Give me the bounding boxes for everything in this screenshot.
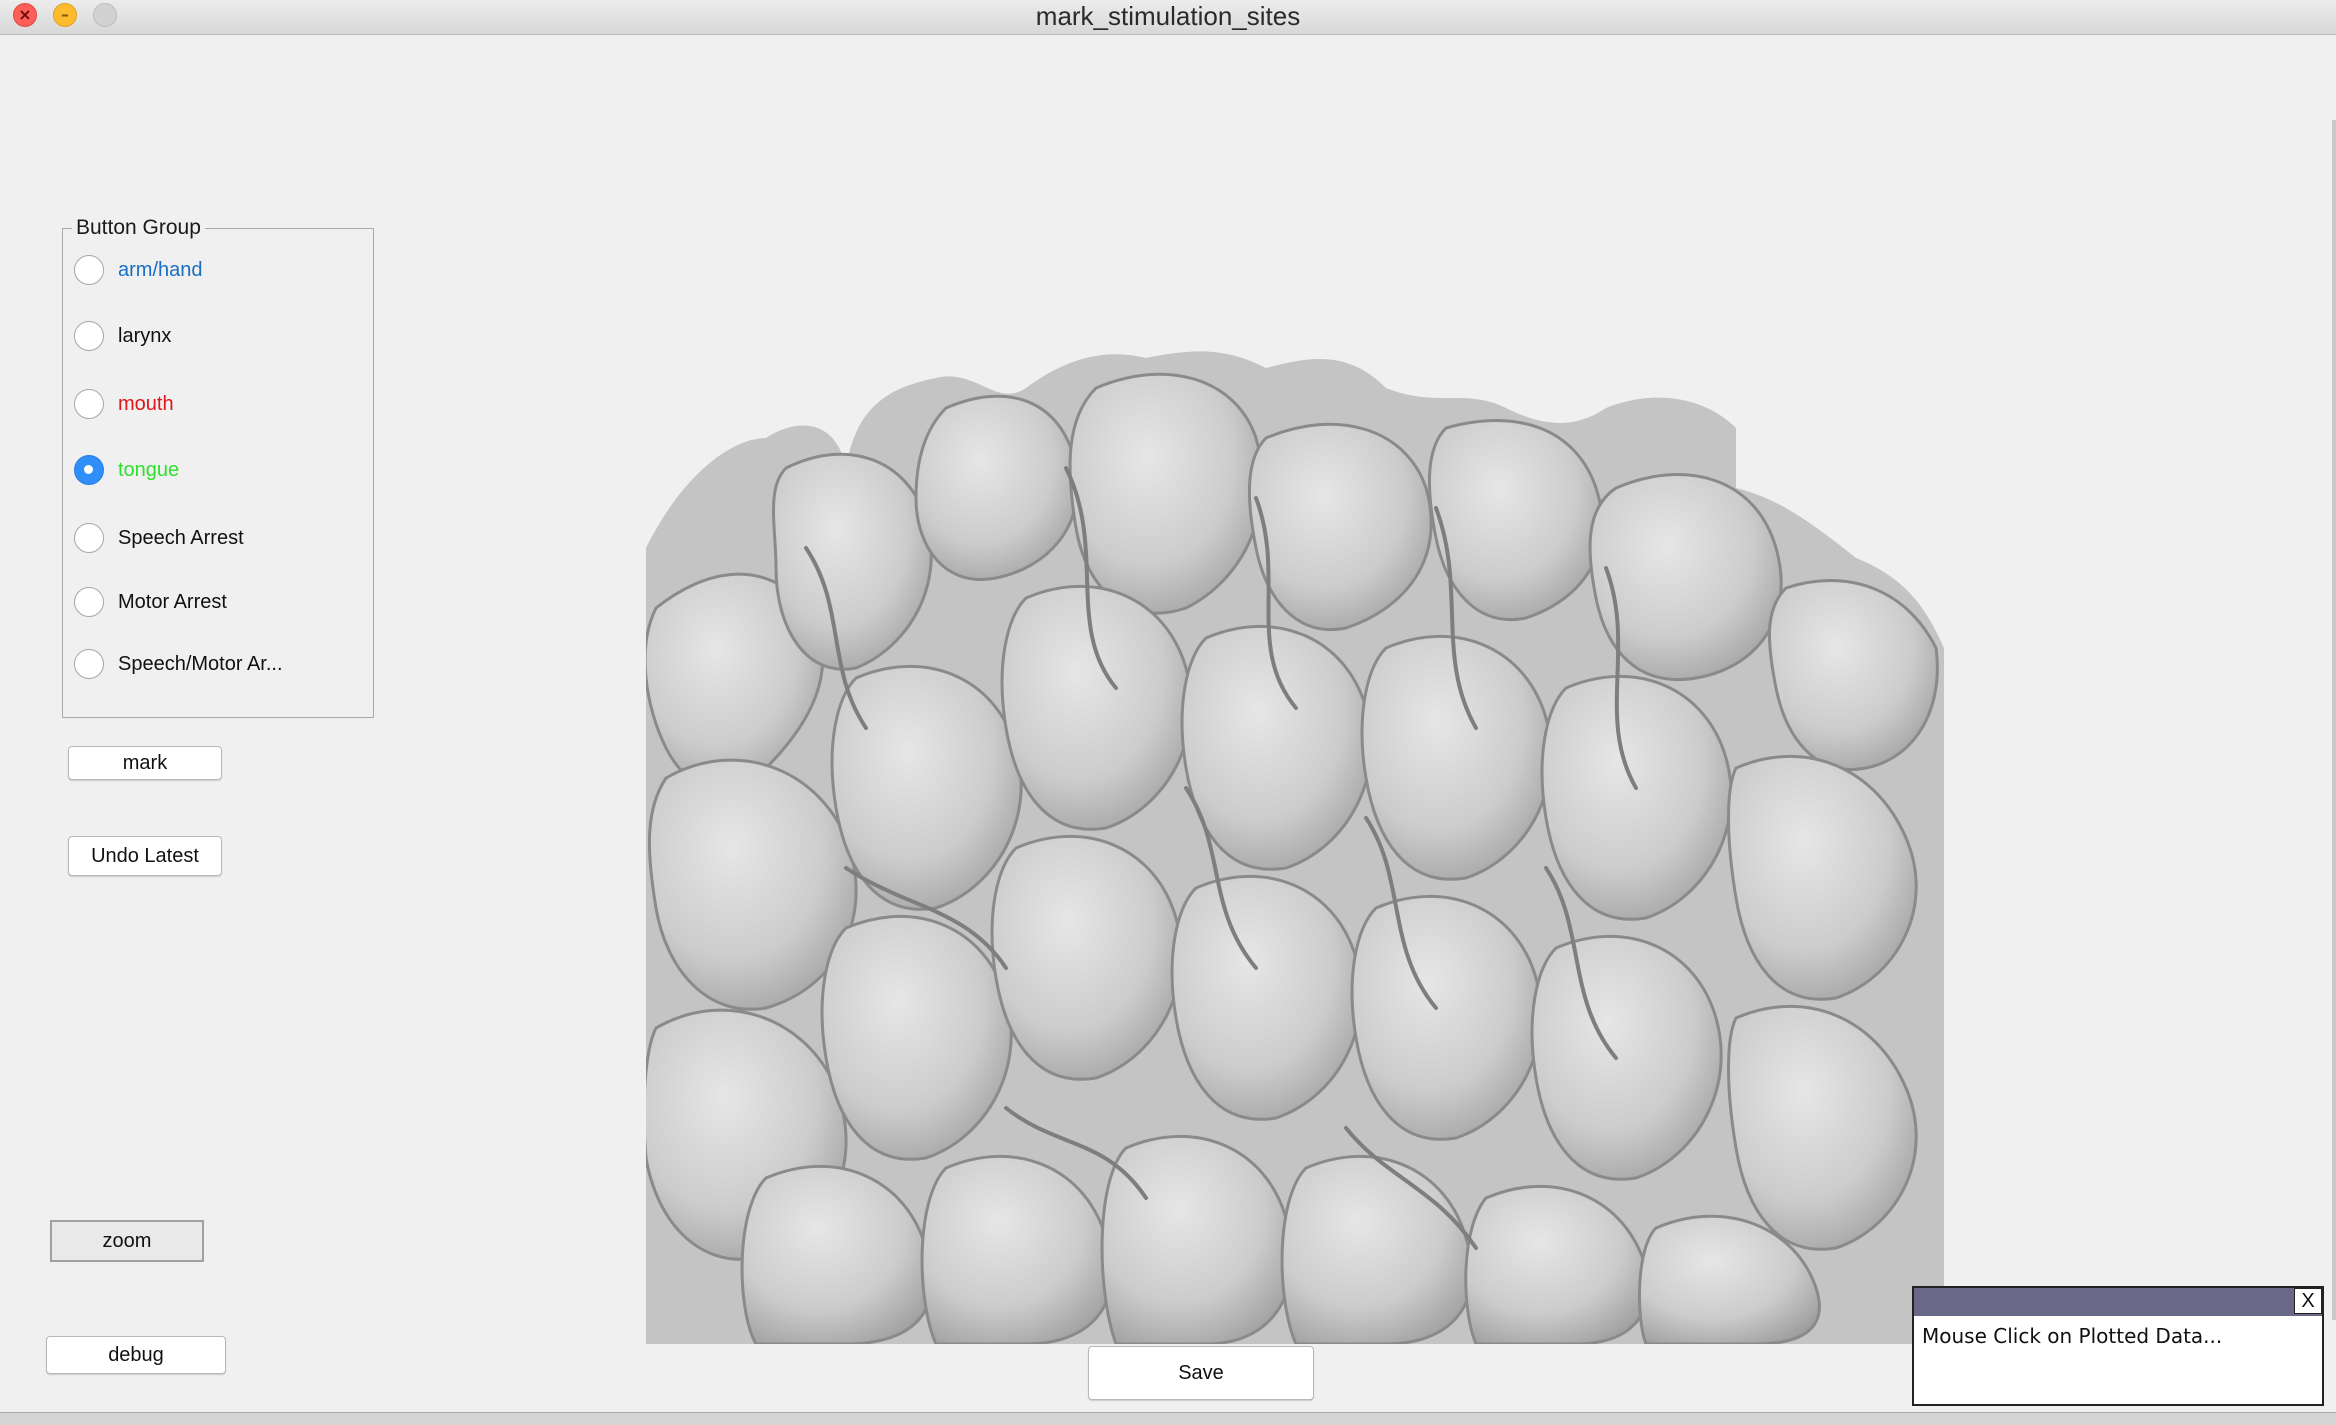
popup-close-button[interactable]: X <box>2294 1288 2322 1314</box>
radio-circle[interactable] <box>74 649 104 679</box>
radio-label: larynx <box>118 324 172 347</box>
zoom-button[interactable]: zoom <box>50 1220 204 1262</box>
save-button[interactable]: Save <box>1088 1346 1314 1400</box>
radio-speech-motor-arrest[interactable]: Speech/Motor Ar... <box>74 646 283 682</box>
radio-circle[interactable] <box>74 389 104 419</box>
radio-label: Speech/Motor Ar... <box>118 652 283 675</box>
radio-mouth[interactable]: mouth <box>74 386 174 422</box>
title-bar: × – mark_stimulation_sites <box>0 0 2336 35</box>
radio-circle[interactable] <box>74 587 104 617</box>
radio-larynx[interactable]: larynx <box>74 318 171 354</box>
radio-circle[interactable] <box>74 255 104 285</box>
radio-label: tongue <box>118 458 180 481</box>
radio-speech-arrest[interactable]: Speech Arrest <box>74 520 244 556</box>
radio-tongue[interactable]: tongue <box>74 452 179 488</box>
window-edge <box>2332 120 2336 1320</box>
radio-arm-hand[interactable]: arm/hand <box>74 252 203 288</box>
radio-label: mouth <box>118 392 174 415</box>
radio-label: Speech Arrest <box>118 526 244 549</box>
app-window: × – mark_stimulation_sites Button Group … <box>0 0 2336 1412</box>
window-title: mark_stimulation_sites <box>1035 1 1301 31</box>
radio-circle[interactable] <box>74 321 104 351</box>
bottom-strip <box>0 1412 2336 1425</box>
popup-title-bar <box>1914 1288 2322 1316</box>
mark-button[interactable]: mark <box>68 746 222 780</box>
radio-motor-arrest[interactable]: Motor Arrest <box>74 584 227 620</box>
radio-label: Motor Arrest <box>118 590 227 613</box>
brain-surface-render[interactable] <box>646 348 1944 1344</box>
radio-circle[interactable] <box>74 523 104 553</box>
button-group-title: Button Group <box>72 216 205 240</box>
debug-button[interactable]: debug <box>46 1336 226 1374</box>
radio-circle-selected[interactable] <box>74 455 104 485</box>
data-cursor-popup: X Mouse Click on Plotted Data... <box>1912 1286 2324 1406</box>
radio-label: arm/hand <box>118 258 203 281</box>
popup-message: Mouse Click on Plotted Data... <box>1922 1324 2223 1348</box>
undo-latest-button[interactable]: Undo Latest <box>68 836 222 876</box>
